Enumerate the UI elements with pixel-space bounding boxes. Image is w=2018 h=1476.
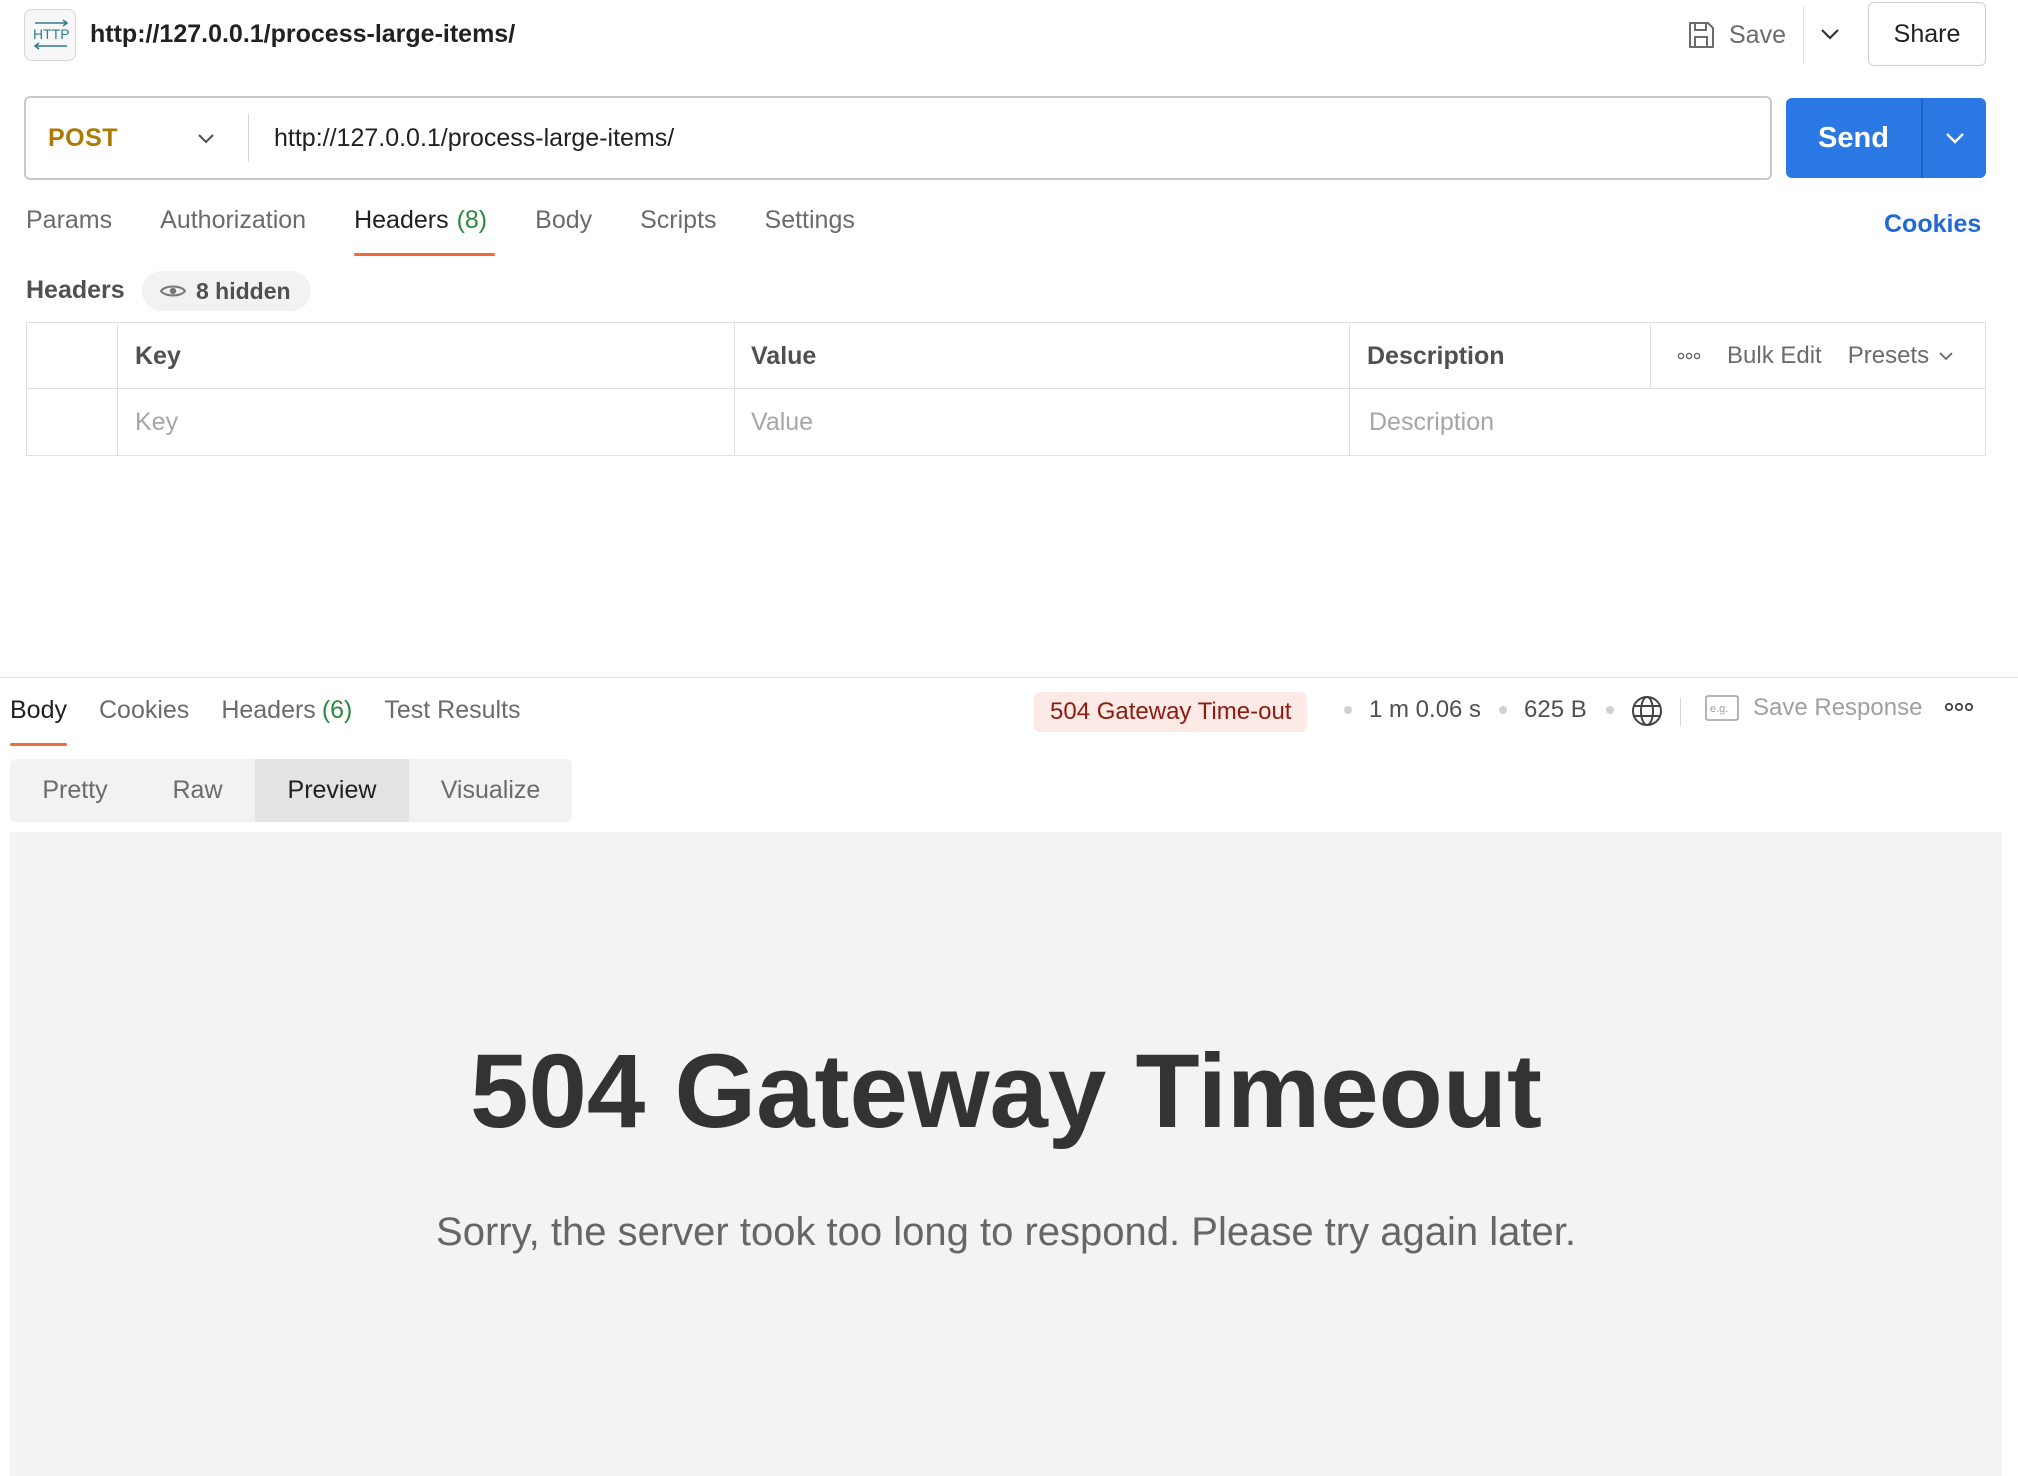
view-mode-visualize[interactable]: Visualize xyxy=(409,759,572,822)
share-button[interactable]: Share xyxy=(1868,2,1986,66)
presets-dropdown[interactable]: Presets xyxy=(1848,342,1953,370)
response-time[interactable]: 1 m 0.06 s xyxy=(1369,696,1481,724)
divider xyxy=(1803,6,1804,64)
divider xyxy=(1650,323,1651,389)
url-input[interactable] xyxy=(274,116,1754,160)
cookies-link[interactable]: Cookies xyxy=(1884,210,1981,239)
save-icon xyxy=(1689,22,1714,48)
save-response-label: Save Response xyxy=(1753,694,1923,721)
view-mode-raw[interactable]: Raw xyxy=(140,759,255,822)
column-header-key: Key xyxy=(135,341,181,370)
value-input[interactable]: Value xyxy=(751,389,813,455)
method-select[interactable]: POST xyxy=(48,98,118,178)
response-size[interactable]: 625 B xyxy=(1524,696,1587,724)
send-button-group: Send xyxy=(1786,98,1986,178)
view-mode-pretty[interactable]: Pretty xyxy=(10,759,140,822)
http-icon: HTTP xyxy=(24,9,76,61)
tab-count: (6) xyxy=(321,696,353,724)
description-input[interactable]: Description xyxy=(1369,389,1494,455)
more-options-icon[interactable] xyxy=(1944,700,1974,718)
hidden-headers-toggle[interactable]: 8 hidden xyxy=(142,271,311,311)
response-tab-cookies[interactable]: Cookies xyxy=(99,696,189,742)
request-title[interactable]: http://127.0.0.1/process-large-items/ xyxy=(90,20,515,49)
headers-section-label: Headers xyxy=(26,276,125,304)
response-tab-body[interactable]: Body xyxy=(10,696,67,746)
save-button[interactable]: Save xyxy=(1685,14,1786,56)
tab-params[interactable]: Params xyxy=(26,206,112,256)
response-preview: 504 Gateway Timeout Sorry, the server to… xyxy=(10,832,2002,1476)
status-badge[interactable]: 504 Gateway Time-out xyxy=(1034,692,1308,732)
tab-headers[interactable]: Headers (8) xyxy=(354,206,496,256)
svg-text:HTTP: HTTP xyxy=(33,26,70,42)
table-actions: Bulk Edit Presets xyxy=(1677,323,1953,389)
hidden-count-label: 8 hidden xyxy=(196,277,291,304)
method-chevron-down-icon[interactable] xyxy=(190,122,222,154)
table-header-row: Key Value Description Bulk Edit Presets xyxy=(27,323,1985,389)
send-options-chevron-down-icon[interactable] xyxy=(1923,98,1986,178)
key-input[interactable]: Key xyxy=(135,389,178,455)
save-response-button[interactable]: e.g. Save Response xyxy=(1705,694,1922,722)
tab-scripts[interactable]: Scripts xyxy=(640,206,716,256)
tab-count: (8) xyxy=(456,206,488,234)
globe-icon[interactable] xyxy=(1630,694,1664,733)
column-header-value: Value xyxy=(751,341,817,370)
eye-icon xyxy=(160,285,186,297)
headers-table: Key Value Description Bulk Edit Presets … xyxy=(26,322,1986,456)
request-tabs: Params Authorization Headers (8) Body Scr… xyxy=(26,206,903,256)
separator-dot xyxy=(1344,706,1352,714)
tab-settings[interactable]: Settings xyxy=(765,206,855,256)
view-mode-preview[interactable]: Preview xyxy=(255,759,409,822)
view-mode-selector: Pretty Raw Preview Visualize xyxy=(10,759,572,822)
save-label: Save xyxy=(1729,20,1786,49)
divider xyxy=(1680,698,1681,726)
preview-heading: 504 Gateway Timeout xyxy=(470,1033,1542,1150)
response-tab-test-results[interactable]: Test Results xyxy=(384,696,520,742)
separator-dot xyxy=(1606,706,1614,714)
send-button[interactable]: Send xyxy=(1786,98,1921,178)
tab-body[interactable]: Body xyxy=(535,206,592,256)
column-header-description: Description xyxy=(1367,341,1505,370)
response-tab-headers[interactable]: Headers (6) xyxy=(221,696,352,742)
tab-authorization[interactable]: Authorization xyxy=(160,206,306,256)
chevron-down-icon xyxy=(1939,351,1953,360)
table-row: Key Value Description xyxy=(27,389,1985,455)
more-options-icon[interactable] xyxy=(1677,352,1701,360)
save-options-chevron-down-icon[interactable] xyxy=(1814,18,1846,50)
presets-label: Presets xyxy=(1847,342,1930,369)
pane-resize-handle[interactable] xyxy=(0,677,2018,678)
example-icon: e.g. xyxy=(1705,695,1739,721)
divider xyxy=(248,114,249,162)
svg-text:e.g.: e.g. xyxy=(1710,703,1728,715)
separator-dot xyxy=(1499,706,1507,714)
url-bar: POST xyxy=(24,96,1772,180)
bulk-edit-button[interactable]: Bulk Edit xyxy=(1727,342,1822,370)
request-header-bar: HTTP http://127.0.0.1/process-large-item… xyxy=(0,0,2018,70)
preview-message: Sorry, the server took too long to respo… xyxy=(436,1210,1576,1254)
response-tabs: Body Cookies Headers (6) Test Results xyxy=(10,696,553,746)
